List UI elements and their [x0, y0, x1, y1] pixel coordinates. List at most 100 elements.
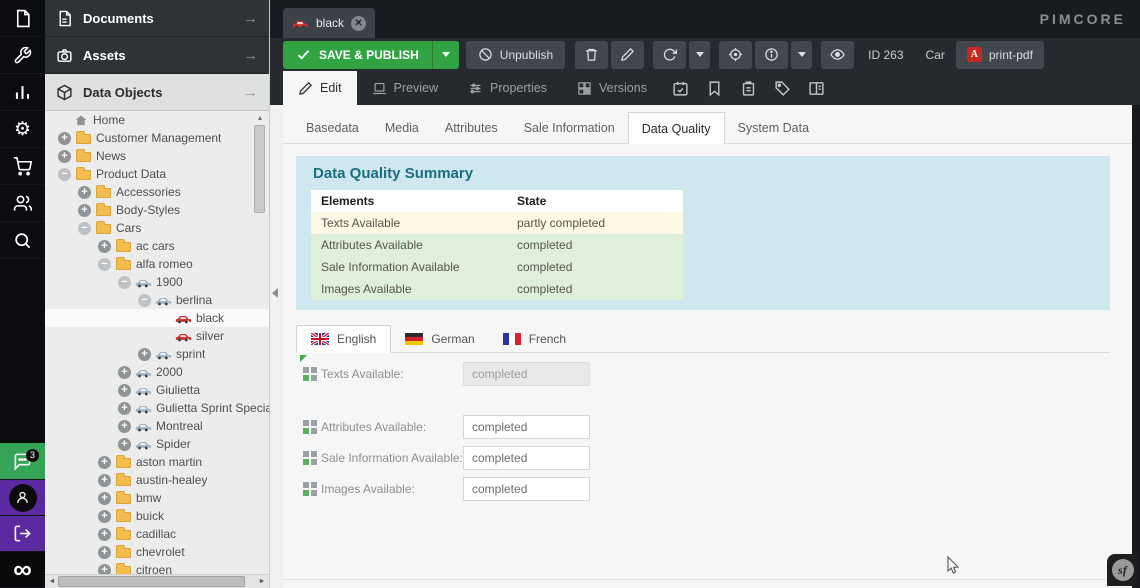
tree-item[interactable]: Home — [45, 111, 269, 129]
tree-expander-icon[interactable]: + — [58, 150, 71, 163]
texts-available-input[interactable] — [463, 362, 590, 386]
tab-attributes[interactable]: Attributes — [432, 112, 511, 144]
tab-data-quality[interactable]: Data Quality — [628, 112, 725, 144]
tree-expander-icon[interactable]: + — [118, 402, 131, 415]
tree-item[interactable]: black — [45, 309, 269, 327]
stats-icon[interactable] — [0, 74, 45, 111]
tree-item[interactable]: − alfa romeo — [45, 255, 269, 273]
language-tab-english[interactable]: English — [296, 325, 391, 353]
language-tab-french[interactable]: French — [489, 325, 580, 352]
tree-expander-icon[interactable]: − — [78, 222, 91, 235]
tree-item[interactable]: + sprint — [45, 345, 269, 363]
settings-icon[interactable]: ⚙ — [0, 111, 45, 148]
tree-item[interactable]: + Customer Management — [45, 129, 269, 147]
tree-item[interactable]: + Body-Styles — [45, 201, 269, 219]
tab-edit[interactable]: Edit — [283, 71, 357, 105]
tree-expander-icon[interactable]: + — [98, 240, 111, 253]
collapse-panel-icon[interactable] — [272, 288, 278, 298]
delete-button[interactable] — [575, 41, 608, 69]
tree-item[interactable]: + cadillac — [45, 525, 269, 543]
tree-expander-icon[interactable]: − — [138, 294, 151, 307]
language-tab-german[interactable]: German — [391, 325, 488, 352]
tree-horizontal-scrollbar[interactable]: ◄ ► — [45, 574, 269, 588]
tab-sale-information[interactable]: Sale Information — [511, 112, 628, 144]
notes-button[interactable] — [699, 71, 730, 105]
tab-basedata[interactable]: Basedata — [293, 112, 372, 144]
unpublish-button[interactable]: Unpublish — [466, 41, 565, 69]
tree-expander-icon[interactable]: + — [98, 528, 111, 541]
tree-expander-icon[interactable]: − — [118, 276, 131, 289]
tab-versions[interactable]: Versions — [562, 71, 662, 105]
reload-button[interactable] — [653, 41, 686, 69]
tree-item[interactable]: + Giulietta — [45, 381, 269, 399]
tree-expander-icon[interactable]: + — [98, 474, 111, 487]
object-tab-black[interactable]: black ✕ — [283, 8, 375, 38]
tree-vertical-scrollbar[interactable]: ▲ — [254, 113, 266, 571]
panel-splitter[interactable] — [270, 105, 283, 588]
user-avatar[interactable] — [0, 480, 45, 516]
scroll-up-icon[interactable]: ▲ — [254, 113, 266, 124]
schedule-button[interactable] — [665, 71, 696, 105]
tree-item[interactable]: + Spider — [45, 435, 269, 453]
tree-item[interactable]: silver — [45, 327, 269, 345]
tree-expander-icon[interactable]: − — [58, 168, 71, 181]
search-icon[interactable] — [0, 222, 45, 259]
scroll-right-icon[interactable]: ► — [255, 575, 269, 588]
save-options-caret[interactable] — [432, 41, 459, 69]
tree-item[interactable]: + citroen — [45, 561, 269, 574]
symfony-debug-badge[interactable]: sf — [1107, 554, 1138, 586]
accordion-assets[interactable]: Assets → — [45, 37, 269, 74]
save-publish-button[interactable]: SAVE & PUBLISH — [283, 41, 459, 69]
tags-button[interactable] — [767, 71, 798, 105]
tree-item[interactable]: + 2000 — [45, 363, 269, 381]
locate-in-tree-button[interactable] — [719, 41, 752, 69]
document-icon[interactable] — [0, 0, 45, 37]
accordion-data-objects[interactable]: Data Objects → — [45, 74, 269, 111]
attributes-available-input[interactable] — [463, 415, 590, 439]
tree-expander-icon[interactable]: + — [138, 348, 151, 361]
tree-expander-icon[interactable]: + — [98, 456, 111, 469]
tools-icon[interactable] — [0, 37, 45, 74]
reports-button[interactable] — [733, 71, 764, 105]
tree-item[interactable]: + ac cars — [45, 237, 269, 255]
tree-expander-icon[interactable]: + — [98, 510, 111, 523]
tree-expander-icon[interactable]: + — [98, 564, 111, 575]
open-preview-button[interactable] — [821, 41, 854, 69]
tree-expander-icon[interactable]: + — [98, 546, 111, 559]
tab-properties[interactable]: Properties — [453, 71, 562, 105]
tree-expander-icon[interactable]: + — [118, 366, 131, 379]
accordion-documents[interactable]: Documents → — [45, 0, 269, 37]
tab-media[interactable]: Media — [372, 112, 432, 144]
tree-expander-icon[interactable]: + — [78, 204, 91, 217]
layout-button[interactable] — [801, 71, 832, 105]
tree-item[interactable]: − Cars — [45, 219, 269, 237]
tree-expander-icon[interactable]: + — [58, 132, 71, 145]
images-available-input[interactable] — [463, 477, 590, 501]
tree-item[interactable]: + Accessories — [45, 183, 269, 201]
tree-expander-icon[interactable]: + — [98, 492, 111, 505]
tree-item[interactable]: + Gulietta Sprint Specia — [45, 399, 269, 417]
rename-button[interactable] — [611, 41, 644, 69]
info-button[interactable] — [755, 41, 788, 69]
tab-preview[interactable]: Preview — [357, 71, 453, 105]
tree-expander-icon[interactable]: + — [118, 438, 131, 451]
reload-options-caret[interactable] — [689, 41, 710, 69]
tree-item[interactable]: + buick — [45, 507, 269, 525]
tree-item[interactable]: − 1900 — [45, 273, 269, 291]
tree-item[interactable]: − Product Data — [45, 165, 269, 183]
tree-item[interactable]: + chevrolet — [45, 543, 269, 561]
tree-item[interactable]: + aston martin — [45, 453, 269, 471]
scrollbar-thumb[interactable] — [254, 125, 265, 213]
tree-expander-icon[interactable]: + — [118, 420, 131, 433]
tree-item[interactable]: − berlina — [45, 291, 269, 309]
scrollbar-thumb[interactable] — [58, 576, 245, 587]
print-pdf-button[interactable]: A print-pdf — [956, 41, 1044, 69]
sale-information-available-input[interactable] — [463, 446, 590, 470]
shop-icon[interactable] — [0, 148, 45, 185]
tree-item[interactable]: + Montreal — [45, 417, 269, 435]
tab-system-data[interactable]: System Data — [725, 112, 823, 144]
scroll-left-icon[interactable]: ◄ — [45, 575, 59, 588]
info-options-caret[interactable] — [791, 41, 812, 69]
close-icon[interactable]: ✕ — [351, 16, 366, 31]
tree-item[interactable]: + News — [45, 147, 269, 165]
